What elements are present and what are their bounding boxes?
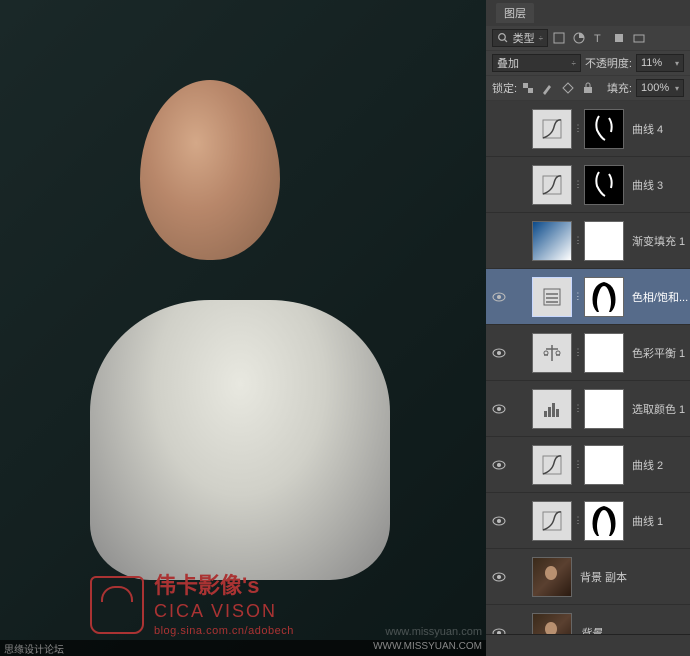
watermark-badge-icon [90,576,144,634]
layer-name[interactable]: 色相/饱和... [632,289,688,305]
mask-thumbnail[interactable] [584,221,624,261]
lock-pixels-icon[interactable] [541,81,555,95]
layer-name[interactable]: 曲线 1 [632,513,663,529]
visibility-toggle[interactable] [492,348,506,358]
adjustment-thumbnail[interactable] [532,165,572,205]
mask-link-icon[interactable]: ⋮ [574,178,582,192]
lock-all-icon[interactable] [581,81,595,95]
filter-adjust-icon[interactable] [572,31,586,45]
layers-panel: 图层 类型 ÷ T 叠加 ÷ 不透明度: 11% ▾ 锁定: [486,0,690,656]
adjustment-thumbnail[interactable] [532,445,572,485]
layer-name[interactable]: 曲线 2 [632,457,663,473]
adjustment-thumbnail[interactable] [532,277,572,317]
layers-tab[interactable]: 图层 [496,3,534,23]
mask-thumbnail[interactable] [584,501,624,541]
canvas-area: 伟卡影像's CICA VISON blog.sina.com.cn/adobe… [0,0,486,656]
chevron-down-icon: ▾ [675,84,679,93]
panel-footer [486,634,690,656]
visibility-toggle[interactable] [492,236,506,246]
adjustment-thumbnail[interactable] [532,501,572,541]
lock-position-icon[interactable] [561,81,575,95]
layer-name[interactable]: 色彩平衡 1 [632,345,685,361]
opacity-input[interactable]: 11% ▾ [636,54,684,72]
adjustment-thumbnail[interactable] [532,109,572,149]
visibility-toggle[interactable] [492,124,506,134]
watermark-line2: CICA VISON [154,600,294,623]
mask-link-icon[interactable]: ⋮ [574,402,582,416]
layer-row[interactable]: ⋮ 曲线 4 [486,101,690,157]
mask-link-icon[interactable]: ⋮ [574,346,582,360]
mask-link-icon[interactable]: ⋮ [574,458,582,472]
fill-label: 填充: [607,80,632,96]
chevron-down-icon: ÷ [572,59,576,68]
visibility-toggle[interactable] [492,404,506,414]
visibility-toggle[interactable] [492,516,506,526]
chevron-down-icon: ÷ [539,34,543,43]
filter-shape-icon[interactable] [612,31,626,45]
blend-mode-dropdown[interactable]: 叠加 ÷ [492,54,581,72]
filter-type-dropdown[interactable]: 类型 ÷ [492,29,548,47]
layer-row[interactable]: 背景 副本 [486,549,690,605]
filter-smart-icon[interactable] [632,31,646,45]
visibility-toggle[interactable] [492,292,506,302]
visibility-toggle[interactable] [492,572,506,582]
layer-row[interactable]: ⋮ 曲线 3 [486,157,690,213]
mask-thumbnail[interactable] [584,445,624,485]
visibility-toggle[interactable] [492,180,506,190]
gradient-thumbnail[interactable] [532,221,572,261]
watermark-line3: blog.sina.com.cn/adobech [154,624,294,638]
footer-bar: 思缘设计论坛 WWW.MISSYUAN.COM [0,640,486,656]
layer-row[interactable]: ⋮ 曲线 1 [486,493,690,549]
footer-right: WWW.MISSYUAN.COM [373,641,482,655]
adjustment-thumbnail[interactable] [532,389,572,429]
mask-thumbnail[interactable] [584,333,624,373]
blend-row: 叠加 ÷ 不透明度: 11% ▾ [486,51,690,76]
search-icon [497,31,509,45]
lock-row: 锁定: 填充: 100% ▾ [486,76,690,101]
portrait-image [0,0,486,656]
svg-text:T: T [594,33,601,45]
lock-transparency-icon[interactable] [521,81,535,95]
layer-name[interactable]: 曲线 4 [632,121,663,137]
visibility-toggle[interactable] [492,460,506,470]
fill-input[interactable]: 100% ▾ [636,79,684,97]
adjustment-thumbnail[interactable] [532,333,572,373]
mask-link-icon[interactable]: ⋮ [574,514,582,528]
layer-name[interactable]: 背景 副本 [580,569,627,585]
layer-row[interactable]: 🔒 背景 [486,605,690,634]
filter-pixel-icon[interactable] [552,31,566,45]
watermark: 伟卡影像's CICA VISON blog.sina.com.cn/adobe… [90,572,294,638]
mask-thumbnail[interactable] [584,389,624,429]
mask-link-icon[interactable]: ⋮ [574,234,582,248]
layer-row[interactable]: ⋮ 色彩平衡 1 [486,325,690,381]
layer-name[interactable]: 选取颜色 1 [632,401,685,417]
mask-thumbnail[interactable] [584,109,624,149]
layer-row[interactable]: ⋮ 曲线 2 [486,437,690,493]
layer-name[interactable]: 背景 [580,625,602,635]
layer-row[interactable]: ⋮ 色相/饱和... [486,269,690,325]
lock-label: 锁定: [492,80,517,96]
layer-row[interactable]: ⋮ 渐变填充 1 [486,213,690,269]
opacity-label: 不透明度: [585,55,632,71]
panel-tab-bar: 图层 [486,0,690,26]
layer-thumbnail[interactable]: 🔒 [532,613,572,635]
mask-link-icon[interactable]: ⋮ [574,122,582,136]
mask-thumbnail[interactable] [584,165,624,205]
layer-name[interactable]: 渐变填充 1 [632,233,685,249]
layer-thumbnail[interactable] [532,557,572,597]
filter-type-icon[interactable]: T [592,31,606,45]
layer-row[interactable]: ⋮ 选取颜色 1 [486,381,690,437]
layer-name[interactable]: 曲线 3 [632,177,663,193]
watermark-line1: 伟卡影像's [154,572,294,601]
filter-row: 类型 ÷ T [486,26,690,51]
mask-link-icon[interactable]: ⋮ [574,290,582,304]
footer-left: 思缘设计论坛 [4,641,64,655]
url-watermark: www.missyuan.com [385,626,482,638]
mask-thumbnail[interactable] [584,277,624,317]
chevron-down-icon: ▾ [675,59,679,68]
layer-list[interactable]: ⋮ 曲线 4 ⋮ 曲线 3 ⋮ 渐变填充 1 ⋮ 色相/饱和... ⋮ 色彩平衡 1 ⋮ 选取颜色 1… [486,101,690,634]
